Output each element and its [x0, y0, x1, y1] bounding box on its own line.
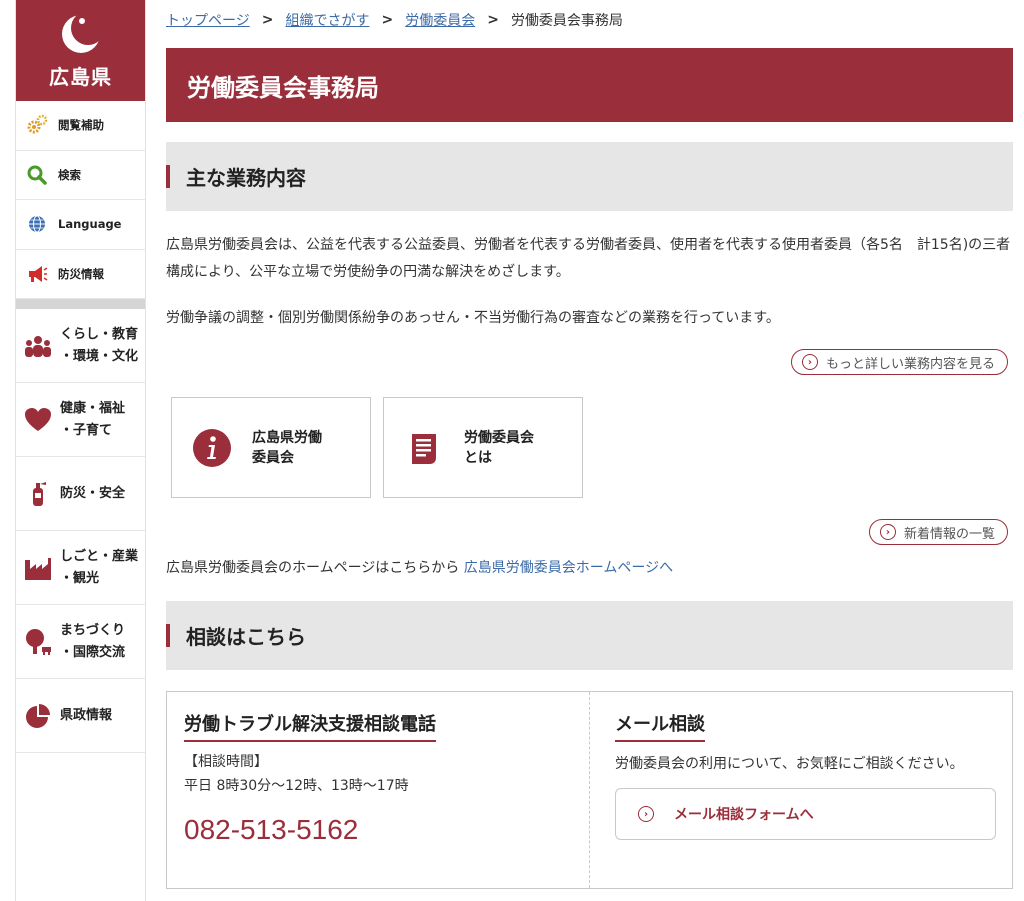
sidebar-item-label: 防災・安全 — [60, 485, 126, 501]
sidebar-item-prefectural-info[interactable]: 県政情報 — [16, 679, 145, 753]
mail-form-button[interactable]: › メール相談フォームへ — [615, 788, 996, 840]
megaphone-icon — [26, 263, 48, 285]
sidebar-item-label: Language — [58, 217, 122, 232]
homepage-link[interactable]: 広島県労働委員会ホームページへ — [464, 560, 673, 576]
mail-form-label: メール相談フォームへ — [674, 807, 814, 823]
chevron-right-icon: › — [638, 806, 654, 822]
phone-consultation-title: 労働トラブル解決支援相談電話 — [184, 710, 436, 742]
breadcrumb-separator: > — [381, 12, 394, 28]
breadcrumb-link-organization[interactable]: 組織でさがす — [285, 10, 369, 30]
sidebar-item-label: まちづくり ・国際交流 — [60, 623, 126, 660]
sidebar-divider — [16, 299, 145, 309]
section-heading-consultation: 相談はこちら — [166, 601, 1013, 670]
column-divider — [589, 692, 590, 888]
factory-icon — [22, 552, 54, 584]
breadcrumb: トップページ > 組織でさがす > 労働委員会 > 労働委員会事務局 — [166, 10, 623, 30]
sidebar: 広島県 閲覧補助 検索 Language 防災情報 くらし・教育 ・環境・文化 — [15, 0, 146, 901]
duties-description: 広島県労働委員会は、公益を代表する公益委員、労働者を代表する労働者委員、使用者を… — [166, 237, 1011, 280]
chevron-right-icon: › — [801, 354, 818, 370]
phone-consultation: 労働トラブル解決支援相談電話 【相談時間】 平日 8時30分～12時、13時～1… — [184, 710, 574, 846]
sidebar-item-search[interactable]: 検索 — [16, 151, 145, 200]
breadcrumb-separator: > — [487, 12, 499, 28]
search-icon — [26, 164, 48, 186]
breadcrumb-separator: > — [261, 12, 274, 28]
people-icon — [22, 330, 54, 362]
sidebar-item-health-welfare[interactable]: 健康・福祉 ・子育て — [16, 383, 145, 457]
sidebar-item-label: 県政情報 — [60, 707, 113, 723]
duties-summary: 労働争議の調整・個別労働関係紛争のあっせん・不当労働行為の審査などの業務を行って… — [166, 310, 780, 326]
hours-label: 【相談時間】 — [184, 754, 268, 770]
heart-icon — [22, 404, 54, 436]
section-heading-main-duties: 主な業務内容 — [166, 142, 1013, 211]
card-label: 労働委員会 とは — [464, 429, 534, 466]
sidebar-item-work-industry[interactable]: しごと・産業 ・観光 — [16, 531, 145, 605]
globe-icon — [26, 213, 48, 235]
sidebar-item-town-international[interactable]: まちづくり ・国際交流 — [16, 605, 145, 679]
info-icon — [193, 428, 231, 467]
sidebar-item-label: 検索 — [58, 167, 81, 182]
sidebar-item-accessibility[interactable]: 閲覧補助 — [16, 101, 145, 151]
sidebar-item-label: 健康・福祉 ・子育て — [60, 401, 126, 438]
breadcrumb-link-top[interactable]: トップページ — [166, 10, 250, 30]
news-list-label: 新着情報の一覧 — [903, 526, 995, 542]
prefecture-logo[interactable]: 広島県 — [16, 0, 145, 101]
document-icon — [412, 433, 436, 464]
breadcrumb-current: 労働委員会事務局 — [510, 13, 623, 29]
phone-number[interactable]: 082-513-5162 — [184, 814, 574, 846]
gear-icon — [26, 114, 48, 136]
more-details-label: もっと詳しい業務内容を見る — [825, 356, 995, 372]
hours-text: 平日 8時30分～12時、13時～17時 — [184, 778, 409, 794]
mail-consultation: メール相談 労働委員会の利用について、お気軽にご相談ください。 › メール相談フ… — [615, 710, 1000, 840]
card-about-labor-commission[interactable]: 労働委員会 とは — [383, 397, 583, 498]
more-details-button[interactable]: › もっと詳しい業務内容を見る — [790, 349, 1008, 375]
tree-icon — [22, 626, 54, 658]
card-label: 広島県労働 委員会 — [252, 429, 322, 466]
homepage-notice: 広島県労働委員会のホームページはこちらから 広島県労働委員会ホームページへ — [166, 557, 673, 577]
logo-text: 広島県 — [49, 65, 112, 89]
page-title: 労働委員会事務局 — [166, 48, 1013, 122]
sidebar-item-disaster-info[interactable]: 防災情報 — [16, 250, 145, 299]
sidebar-item-disaster-safety[interactable]: 防災・安全 — [16, 457, 145, 531]
homepage-notice-text: 広島県労働委員会のホームページはこちらから — [166, 560, 460, 576]
sidebar-item-language[interactable]: Language — [16, 200, 145, 250]
consultation-box: 労働トラブル解決支援相談電話 【相談時間】 平日 8時30分～12時、13時～1… — [166, 691, 1013, 889]
fire-extinguisher-icon — [22, 478, 54, 510]
sidebar-item-label: くらし・教育 ・環境・文化 — [60, 327, 139, 364]
sidebar-item-label: 閲覧補助 — [58, 118, 104, 133]
breadcrumb-link-labor-commission[interactable]: 労働委員会 — [405, 10, 475, 30]
mail-consultation-description: 労働委員会の利用について、お気軽にご相談ください。 — [615, 756, 964, 772]
sidebar-item-life-education[interactable]: くらし・教育 ・環境・文化 — [16, 309, 145, 383]
pie-chart-icon — [22, 700, 54, 732]
mail-consultation-title: メール相談 — [615, 710, 705, 742]
news-list-button[interactable]: › 新着情報の一覧 — [868, 519, 1008, 545]
card-hiroshima-labor-commission[interactable]: 広島県労働 委員会 — [171, 397, 371, 498]
sidebar-item-label: 防災情報 — [58, 266, 104, 281]
sidebar-item-label: しごと・産業 ・観光 — [60, 549, 139, 586]
chevron-right-icon: › — [879, 524, 896, 540]
crescent-moon-icon — [61, 11, 104, 53]
